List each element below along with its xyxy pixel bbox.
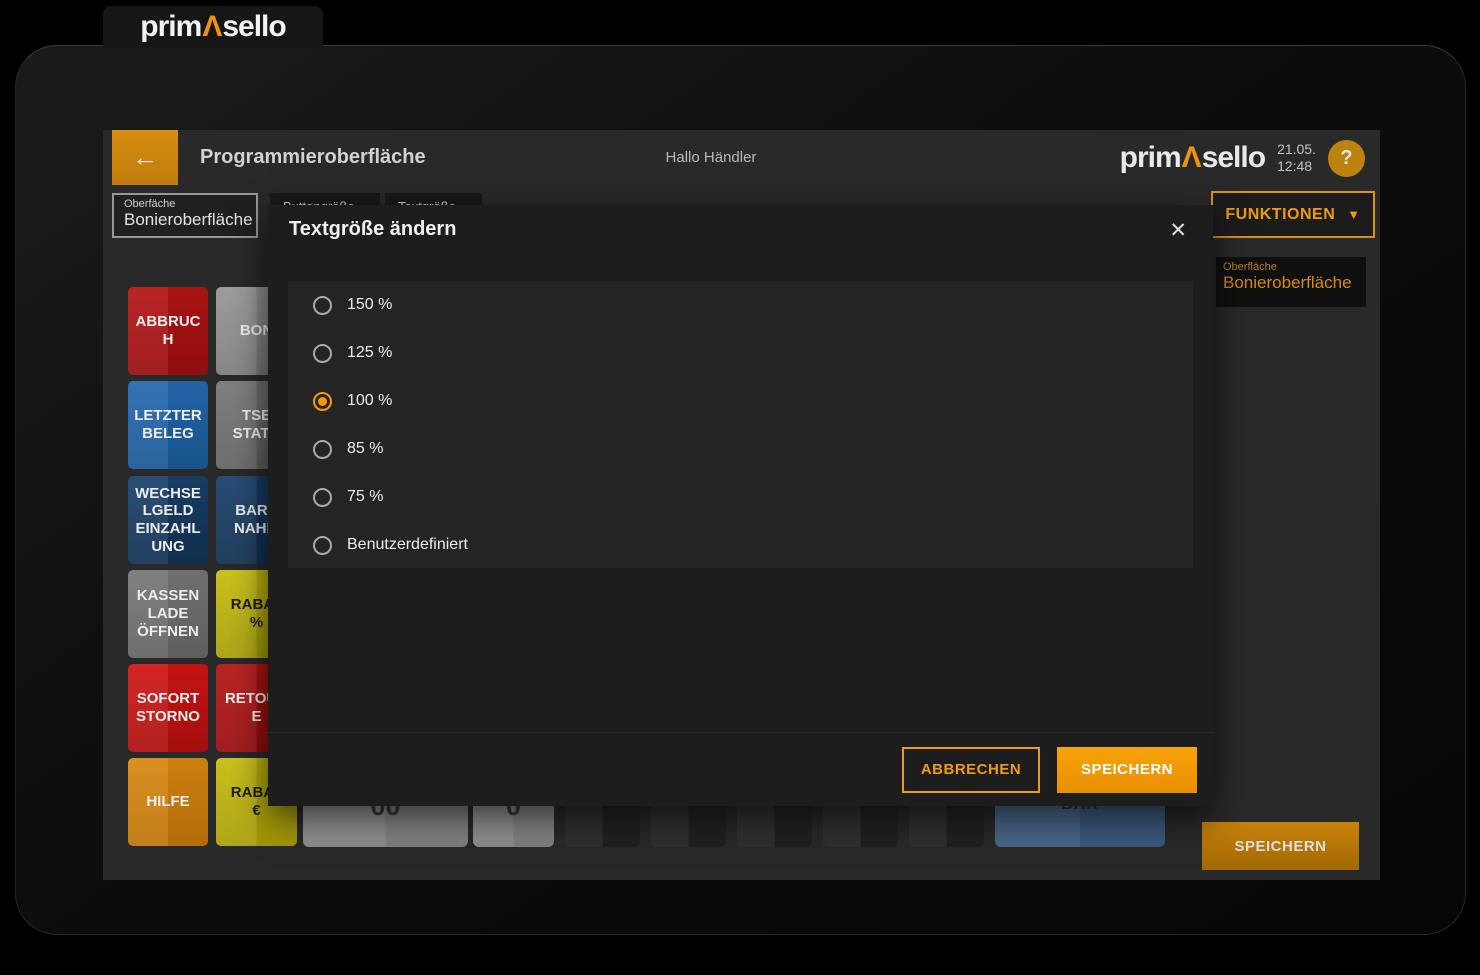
brand-logo-prefix: prim	[140, 10, 201, 43]
radio-icon	[313, 488, 332, 507]
datetime: 21.05. 12:48	[1277, 141, 1316, 175]
arrow-left-icon: ←	[132, 142, 158, 173]
key-label: WECHSE LGELD EINZAHL UNG	[135, 485, 201, 556]
header-logo-suffix: sello	[1202, 141, 1265, 174]
greeting-text: Hallo Händler	[611, 130, 811, 185]
date-text: 21.05.	[1277, 141, 1316, 158]
radio-icon	[313, 344, 332, 363]
radio-option[interactable]: 85 %	[288, 425, 1193, 473]
surface-indicator-value: Bonieroberfläche	[1223, 273, 1359, 293]
surface-selector-value: Bonieroberfläche	[124, 210, 246, 230]
radio-option-label: 100 %	[347, 392, 392, 410]
radio-option[interactable]: 150 %	[288, 281, 1193, 329]
radio-icon	[313, 440, 332, 459]
surface-indicator-label: Oberfläche	[1223, 261, 1359, 273]
key-kassenlade-oeffnen[interactable]: KASSEN LADE ÖFFNEN	[128, 570, 208, 658]
close-button[interactable]: ✕	[1163, 216, 1193, 245]
back-button[interactable]: ←	[112, 130, 178, 185]
key-label: HILFE	[146, 793, 189, 811]
question-mark-icon: ?	[1340, 147, 1352, 170]
time-text: 12:48	[1277, 158, 1316, 175]
key-label: KASSEN LADE ÖFFNEN	[137, 587, 200, 640]
textsize-options-panel: 150 % 125 % 100 % 85 % 75 % Benutzerdefi…	[288, 281, 1193, 568]
save-button-modal-label: SPEICHERN	[1081, 761, 1173, 778]
app-window: ← Programmieroberfläche Hallo Händler pr…	[103, 130, 1380, 880]
functions-label: FUNKTIONEN	[1225, 206, 1335, 224]
radio-option-label: 75 %	[347, 488, 383, 506]
header-logo-prefix: prim	[1120, 141, 1181, 174]
brand-logo-mark-icon: Λ	[201, 10, 222, 43]
cancel-button-label: ABBRECHEN	[921, 761, 1021, 778]
cancel-button[interactable]: ABBRECHEN	[902, 747, 1040, 793]
help-button[interactable]: ?	[1328, 140, 1365, 177]
chevron-down-icon: ▼	[1347, 207, 1360, 222]
save-button-main-label: SPEICHERN	[1234, 838, 1326, 855]
brand-tab: primΛsello	[103, 6, 323, 48]
radio-icon	[313, 536, 332, 555]
save-button-main[interactable]: SPEICHERN	[1202, 822, 1359, 870]
radio-icon	[313, 392, 332, 411]
brand-logo: primΛsello	[140, 10, 285, 44]
modal-footer: ABBRECHEN SPEICHERN	[268, 732, 1213, 806]
key-label: LETZTER BELEG	[134, 407, 202, 442]
radio-option-label: 125 %	[347, 344, 392, 362]
key-hilfe[interactable]: HILFE	[128, 758, 208, 846]
modal-title: Textgröße ändern	[289, 218, 456, 241]
radio-option[interactable]: 100 %	[288, 377, 1193, 425]
save-button-modal[interactable]: SPEICHERN	[1057, 747, 1197, 793]
radio-option[interactable]: Benutzerdefiniert	[288, 521, 1193, 569]
radio-option[interactable]: 125 %	[288, 329, 1193, 377]
radio-option-label: Benutzerdefiniert	[347, 536, 468, 554]
page-title: Programmieroberfläche	[200, 130, 426, 185]
radio-option-label: 150 %	[347, 296, 392, 314]
key-abbruch[interactable]: ABBRUC H	[128, 287, 208, 375]
key-letzter-beleg[interactable]: LETZTER BELEG	[128, 381, 208, 469]
key-wechselgeld-einzahlung[interactable]: WECHSE LGELD EINZAHL UNG	[128, 476, 208, 564]
radio-option-label: 85 %	[347, 440, 383, 458]
surface-selector-label: Oberfäche	[124, 198, 246, 210]
textsize-modal: Textgröße ändern ✕ 150 % 125 % 100 % 85 …	[268, 205, 1213, 806]
functions-dropdown-button[interactable]: FUNKTIONEN ▼	[1211, 191, 1375, 238]
radio-option[interactable]: 75 %	[288, 473, 1193, 521]
header-brand-logo: primΛsello	[1120, 141, 1265, 175]
close-icon: ✕	[1169, 219, 1187, 242]
header-right: primΛsello 21.05. 12:48 ?	[1120, 139, 1365, 177]
key-label: ABBRUC H	[136, 313, 201, 348]
surface-selector[interactable]: Oberfäche Bonieroberfläche	[112, 193, 258, 238]
key-sofort-storno[interactable]: SOFORT STORNO	[128, 664, 208, 752]
surface-indicator[interactable]: Oberfläche Bonieroberfläche	[1216, 257, 1366, 307]
brand-logo-suffix: sello	[222, 10, 285, 43]
header-logo-mark-icon: Λ	[1181, 141, 1202, 174]
radio-icon	[313, 296, 332, 315]
key-label: SOFORT STORNO	[136, 690, 200, 725]
